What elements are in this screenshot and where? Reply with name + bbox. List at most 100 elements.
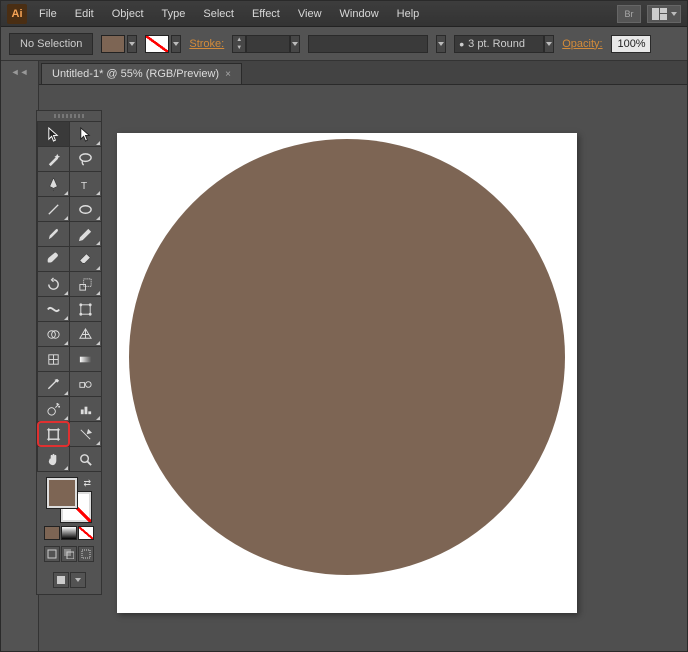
ellipse-shape[interactable] (129, 139, 565, 575)
opacity-value[interactable]: 100% (611, 35, 651, 53)
paintbrush-tool[interactable] (38, 222, 69, 246)
perspective-grid-tool[interactable] (70, 322, 101, 346)
left-dock: ◄◄ (1, 61, 39, 651)
blob-brush-tool[interactable] (38, 247, 69, 271)
panel-grip[interactable] (37, 111, 101, 121)
width-tool[interactable] (38, 297, 69, 321)
tab-bar: Untitled-1* @ 55% (RGB/Preview) × (39, 61, 687, 85)
scale-tool[interactable] (70, 272, 101, 296)
stroke-dropdown[interactable] (171, 35, 181, 53)
main-area: ◄◄ Untitled-1* @ 55% (RGB/Preview) × (1, 61, 687, 651)
stroke-swatch[interactable] (145, 35, 169, 53)
fill-swatch-group (101, 35, 137, 53)
blend-tool[interactable] (70, 372, 101, 396)
menu-file[interactable]: File (31, 5, 65, 23)
rotate-tool[interactable] (38, 272, 69, 296)
titlebar: Ai File Edit Object Type Select Effect V… (1, 1, 687, 27)
fill-stroke-indicator[interactable]: ⇄ (47, 478, 91, 522)
document-area: Untitled-1* @ 55% (RGB/Preview) × (39, 61, 687, 651)
menu-object[interactable]: Object (104, 5, 152, 23)
pen-tool[interactable] (38, 172, 69, 196)
app-icon: Ai (7, 4, 27, 24)
chevron-down-icon (129, 42, 135, 46)
fill-color-box[interactable] (47, 478, 77, 508)
symbol-sprayer-tool[interactable] (38, 397, 69, 421)
menu-edit[interactable]: Edit (67, 5, 102, 23)
eraser-tool[interactable] (70, 247, 101, 271)
direct-selection-tool[interactable] (70, 122, 101, 146)
brush-definition-dropdown[interactable] (308, 35, 428, 53)
collapse-icon[interactable]: ◄◄ (11, 67, 29, 651)
spin-up-icon[interactable]: ▲ (233, 36, 245, 44)
selection-indicator[interactable]: No Selection (9, 33, 93, 55)
type-tool[interactable]: T (70, 172, 101, 196)
document-tab-title: Untitled-1* @ 55% (RGB/Preview) (52, 68, 219, 80)
screen-mode-button[interactable] (53, 572, 69, 588)
draw-normal[interactable] (44, 546, 60, 562)
swap-fill-stroke-icon[interactable]: ⇄ (83, 478, 91, 489)
color-controls: ⇄ (37, 472, 101, 594)
stroke-weight-field[interactable]: ▲▼ (232, 35, 300, 53)
screen-mode-dropdown[interactable] (70, 572, 86, 588)
color-mode-row (44, 526, 94, 540)
stroke-label[interactable]: Stroke: (189, 38, 224, 50)
app-window: Ai File Edit Object Type Select Effect V… (0, 0, 688, 652)
chevron-down-icon (671, 12, 677, 16)
menu-select[interactable]: Select (195, 5, 242, 23)
chevron-down-icon (438, 42, 444, 46)
color-mode-solid[interactable] (44, 526, 60, 540)
hand-tool[interactable] (38, 447, 69, 471)
magic-wand-tool[interactable] (38, 147, 69, 171)
menubar: File Edit Object Type Select Effect View… (31, 5, 427, 23)
tools-panel: T (36, 110, 102, 595)
chevron-down-icon (75, 578, 81, 582)
mesh-tool[interactable] (38, 347, 69, 371)
menu-type[interactable]: Type (154, 5, 194, 23)
draw-behind[interactable] (61, 546, 77, 562)
lasso-tool[interactable] (70, 147, 101, 171)
close-icon[interactable]: × (225, 69, 231, 80)
shape-builder-tool[interactable] (38, 322, 69, 346)
stroke-weight-value[interactable] (246, 35, 290, 53)
chevron-down-icon (173, 42, 179, 46)
draw-mode-row (44, 546, 94, 562)
stroke-profile-dropdown[interactable] (544, 35, 554, 53)
stroke-profile-value: 3 pt. Round (468, 38, 525, 50)
artboard (117, 133, 577, 613)
bridge-button[interactable]: Br (617, 5, 641, 23)
workspace-switcher[interactable] (647, 5, 681, 23)
selection-tool[interactable] (38, 122, 69, 146)
fill-dropdown[interactable] (127, 35, 137, 53)
line-segment-tool[interactable] (38, 197, 69, 221)
eyedropper-tool[interactable] (38, 372, 69, 396)
artboard-tool[interactable] (38, 422, 69, 446)
slice-tool[interactable] (70, 422, 101, 446)
ellipse-tool[interactable] (70, 197, 101, 221)
svg-text:T: T (81, 181, 88, 192)
menu-help[interactable]: Help (389, 5, 428, 23)
zoom-tool[interactable] (70, 447, 101, 471)
fill-swatch[interactable] (101, 35, 125, 53)
column-graph-tool[interactable] (70, 397, 101, 421)
bullet-icon: • (459, 37, 464, 51)
pencil-tool[interactable] (70, 222, 101, 246)
draw-inside[interactable] (78, 546, 94, 562)
stroke-swatch-group (145, 35, 181, 53)
stroke-weight-dropdown[interactable] (290, 35, 300, 53)
chevron-down-icon (546, 42, 552, 46)
control-bar: No Selection Stroke: ▲▼ • 3 pt. Round Opa… (1, 27, 687, 61)
opacity-label[interactable]: Opacity: (562, 38, 602, 50)
brush-dropdown-arrow[interactable] (436, 35, 446, 53)
spin-down-icon[interactable]: ▼ (233, 44, 245, 52)
free-transform-tool[interactable] (70, 297, 101, 321)
document-tab[interactable]: Untitled-1* @ 55% (RGB/Preview) × (41, 63, 242, 84)
canvas[interactable] (39, 85, 687, 651)
color-mode-gradient[interactable] (61, 526, 77, 540)
menu-window[interactable]: Window (332, 5, 387, 23)
color-mode-none[interactable] (78, 526, 94, 540)
menu-effect[interactable]: Effect (244, 5, 288, 23)
menu-view[interactable]: View (290, 5, 330, 23)
gradient-tool[interactable] (70, 347, 101, 371)
screen-mode-row (53, 572, 86, 588)
stroke-profile-field[interactable]: • 3 pt. Round (454, 35, 554, 53)
